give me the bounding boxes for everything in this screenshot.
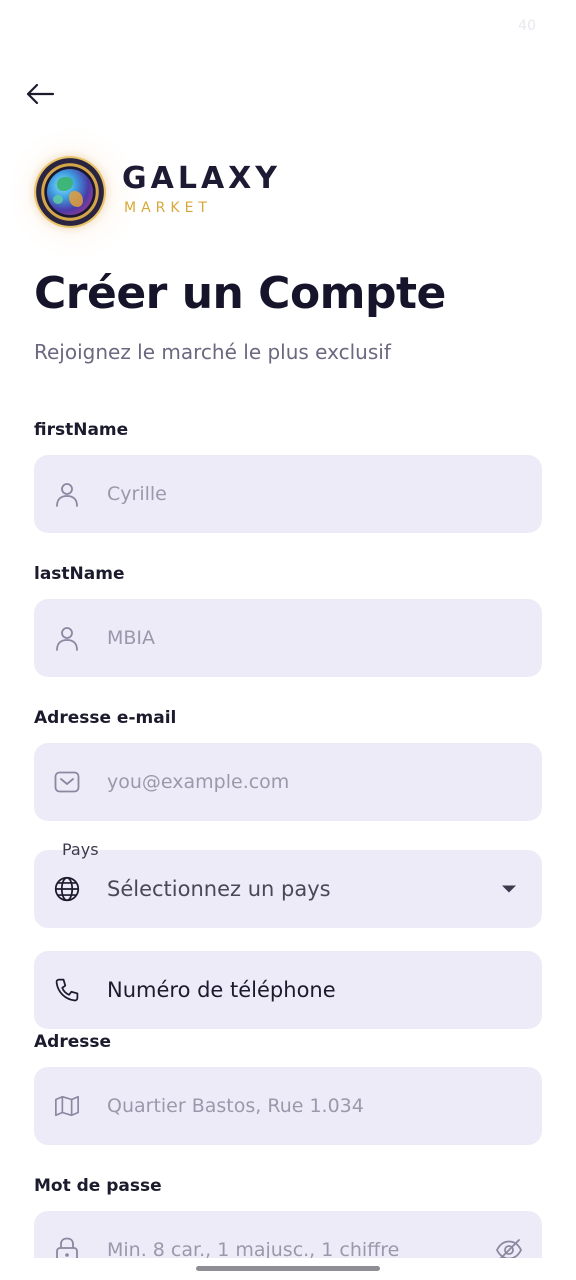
brand-name: GALAXY (122, 161, 282, 196)
last-name-label: lastName (34, 564, 125, 584)
home-indicator[interactable] (196, 1266, 380, 1271)
screen: 40 GALAXY MARKET Créer un Compte Rejoign… (0, 0, 576, 1258)
address-label: Adresse (34, 1032, 112, 1052)
phone-field[interactable]: Numéro de téléphone (34, 951, 542, 1029)
arrow-left-icon (26, 83, 55, 105)
email-field[interactable]: you@example.com (34, 743, 542, 821)
last-name-input[interactable]: MBIA (107, 627, 155, 649)
address-field[interactable]: Quartier Bastos, Rue 1.034 (34, 1067, 542, 1145)
password-field[interactable]: Min. 8 car., 1 majusc., 1 chiffre (34, 1211, 542, 1258)
page-title: Créer un Compte (34, 268, 446, 319)
country-value[interactable]: Sélectionnez un pays (107, 877, 331, 901)
page-subtitle: Rejoignez le marché le plus exclusif (34, 340, 391, 364)
first-name-field[interactable]: Cyrille (34, 455, 542, 533)
email-input[interactable]: you@example.com (107, 771, 289, 793)
status-number: 40 (518, 18, 536, 34)
email-label: Adresse e-mail (34, 708, 177, 728)
phone-icon (54, 977, 80, 1003)
address-input[interactable]: Quartier Bastos, Rue 1.034 (107, 1095, 364, 1117)
brand-subtitle: MARKET (124, 200, 212, 216)
first-name-input[interactable]: Cyrille (107, 483, 167, 505)
dropdown-arrow-icon[interactable] (502, 885, 516, 893)
country-select[interactable]: Sélectionnez un pays (34, 850, 542, 928)
mail-icon (54, 769, 80, 795)
lock-icon (54, 1237, 80, 1258)
eye-off-icon[interactable] (494, 1235, 524, 1258)
globe-logo-icon (47, 169, 93, 215)
map-icon (54, 1093, 80, 1119)
back-button[interactable] (22, 78, 58, 110)
last-name-field[interactable]: MBIA (34, 599, 542, 677)
phone-input[interactable]: Numéro de téléphone (107, 978, 336, 1002)
password-input[interactable]: Min. 8 car., 1 majusc., 1 chiffre (107, 1239, 399, 1258)
globe-icon (54, 876, 80, 902)
first-name-label: firstName (34, 420, 129, 440)
password-label: Mot de passe (34, 1176, 162, 1196)
user-icon (54, 625, 80, 651)
user-icon (54, 481, 80, 507)
country-label: Pays (62, 840, 99, 859)
